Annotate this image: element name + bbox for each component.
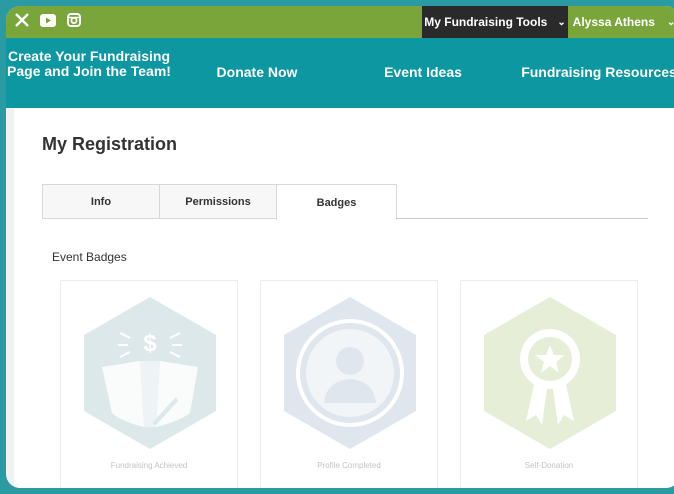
chevron-down-icon: ⌄	[666, 16, 674, 28]
user-name: Alyssa Athens	[572, 15, 655, 29]
badge-label: Fundraising Achieved	[110, 461, 188, 470]
badge-card-fundraising: $ Fundraising Achieved	[60, 280, 238, 488]
section-title: Event Badges	[52, 250, 127, 264]
instagram-icon[interactable]	[66, 12, 82, 28]
tab-info[interactable]: Info	[42, 184, 160, 219]
nav-create-page[interactable]: Create Your Fundraising Page and Join th…	[6, 49, 172, 79]
youtube-icon[interactable]	[40, 12, 56, 28]
badge-card-self-donation: Self-Donation	[460, 280, 638, 488]
nav-donate-now[interactable]: Donate Now	[202, 65, 312, 80]
chevron-down-icon: ⌄	[557, 16, 566, 28]
badge-label: Self-Donation	[524, 461, 574, 470]
registration-tabs: Info Permissions Badges	[42, 184, 648, 222]
my-fundraising-tools-button[interactable]: My Fundraising Tools ⌄	[422, 6, 568, 38]
nav-event-ideas[interactable]: Event Ideas	[378, 65, 468, 80]
main-content: My Registration Info Permissions Badges …	[14, 108, 674, 488]
fundraising-badge-icon: $	[84, 297, 216, 449]
profile-badge-icon	[284, 297, 416, 449]
tab-permissions[interactable]: Permissions	[159, 184, 277, 219]
badge-label: Profile Completed	[317, 461, 381, 470]
social-links	[14, 12, 82, 28]
app-frame: My Fundraising Tools ⌄ Alyssa Athens ⌄ C…	[6, 6, 674, 488]
user-menu-button[interactable]: Alyssa Athens ⌄	[568, 6, 674, 38]
svg-text:$: $	[143, 330, 157, 357]
ribbon-badge-icon	[484, 297, 616, 449]
x-logo-icon[interactable]	[14, 12, 30, 28]
top-bar: My Fundraising Tools ⌄ Alyssa Athens ⌄	[6, 6, 674, 38]
tools-label: My Fundraising Tools	[424, 15, 548, 29]
tabs-divider	[396, 218, 648, 219]
badge-card-profile: Profile Completed	[260, 280, 438, 488]
tab-badges[interactable]: Badges	[276, 184, 397, 220]
page-title: My Registration	[42, 134, 178, 154]
main-nav: Create Your Fundraising Page and Join th…	[6, 38, 674, 108]
nav-fundraising-resources[interactable]: Fundraising Resources	[518, 65, 674, 80]
